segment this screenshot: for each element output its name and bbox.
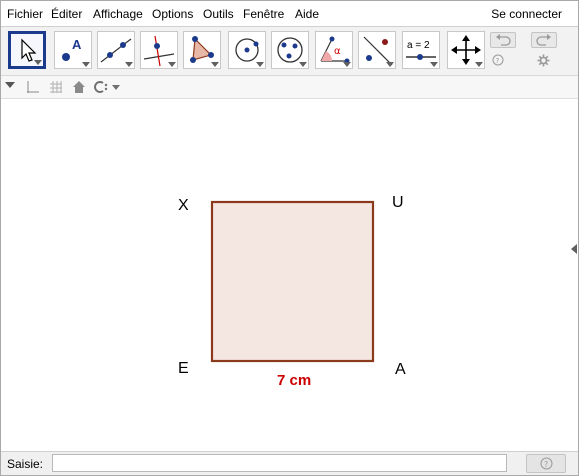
move-graphics-view-tool-button[interactable] <box>447 31 485 69</box>
input-label: Saisie: <box>7 457 44 471</box>
graphics-view[interactable]: X U E A 7 cm <box>1 99 578 451</box>
dropdown-triangle-icon <box>34 60 42 65</box>
dropdown-triangle-icon <box>125 62 133 67</box>
dropdown-triangle-icon <box>168 62 176 67</box>
help-icon: ? <box>540 457 553 470</box>
point-label-x[interactable]: X <box>178 197 189 215</box>
input-help-button[interactable]: ? <box>526 454 566 473</box>
menu-options[interactable]: Options <box>152 7 193 21</box>
point-label-a[interactable]: A <box>395 361 406 379</box>
dropdown-triangle-icon <box>299 62 307 67</box>
menu-fichier[interactable]: Fichier <box>7 7 43 21</box>
slider-tool-label: a = 2 <box>407 40 430 51</box>
dropdown-triangle-icon <box>343 62 351 67</box>
angle-tool-label: α <box>334 46 341 57</box>
geogebra-window: Fichier Éditer Affichage Options Outils … <box>0 0 579 476</box>
point-label-u[interactable]: U <box>392 194 404 212</box>
input-bar: Saisie: ? <box>1 451 578 475</box>
dropdown-triangle-icon <box>430 62 438 67</box>
help-icon[interactable]: ? <box>492 54 504 66</box>
menu-bar: Fichier Éditer Affichage Options Outils … <box>1 1 578 27</box>
redo-button[interactable] <box>531 32 557 48</box>
point-capturing-icon[interactable] <box>94 80 124 94</box>
dropdown-triangle-icon <box>256 62 264 67</box>
menu-affichage[interactable]: Affichage <box>93 7 143 21</box>
toolbar: A α a = 2 ? <box>1 27 578 76</box>
point-tool-button[interactable]: A <box>54 31 92 69</box>
input-field[interactable] <box>52 454 507 472</box>
reflect-tool-button[interactable] <box>358 31 396 69</box>
line-tool-button[interactable] <box>97 31 135 69</box>
polygon-tool-button[interactable] <box>183 31 221 69</box>
stylebar-toggle-icon[interactable] <box>5 82 15 90</box>
home-icon[interactable] <box>72 80 86 94</box>
style-bar <box>1 76 578 99</box>
svg-text:?: ? <box>496 57 500 65</box>
redo-icon <box>536 34 551 46</box>
side-panel-arrow-icon[interactable] <box>571 244 577 254</box>
menu-fenetre[interactable]: Fenêtre <box>243 7 284 21</box>
point-tool-label: A <box>72 37 82 52</box>
sign-in-link[interactable]: Se connecter <box>491 7 562 21</box>
segment-length-label[interactable]: 7 cm <box>277 372 311 389</box>
gear-icon[interactable] <box>537 54 550 67</box>
menu-outils[interactable]: Outils <box>203 7 234 21</box>
circle-tool-button[interactable] <box>228 31 266 69</box>
dropdown-triangle-icon <box>386 62 394 67</box>
slider-tool-button[interactable]: a = 2 <box>402 31 440 69</box>
grid-toggle-icon[interactable] <box>49 80 63 94</box>
conic-tool-button[interactable] <box>271 31 309 69</box>
dropdown-triangle-icon <box>475 62 483 67</box>
dropdown-triangle-icon <box>82 62 90 67</box>
perpendicular-line-tool-button[interactable] <box>140 31 178 69</box>
svg-text:?: ? <box>544 460 548 469</box>
menu-aide[interactable]: Aide <box>295 7 319 21</box>
menu-editer[interactable]: Éditer <box>51 7 82 21</box>
axes-toggle-icon[interactable] <box>26 80 40 94</box>
drawing-canvas[interactable] <box>1 99 578 451</box>
dropdown-triangle-icon <box>211 62 219 67</box>
square-xuae[interactable] <box>210 200 375 363</box>
undo-icon <box>496 34 511 46</box>
undo-button[interactable] <box>490 32 516 48</box>
move-tool-button[interactable] <box>8 31 46 69</box>
angle-tool-button[interactable]: α <box>315 31 353 69</box>
point-label-e[interactable]: E <box>178 360 189 378</box>
